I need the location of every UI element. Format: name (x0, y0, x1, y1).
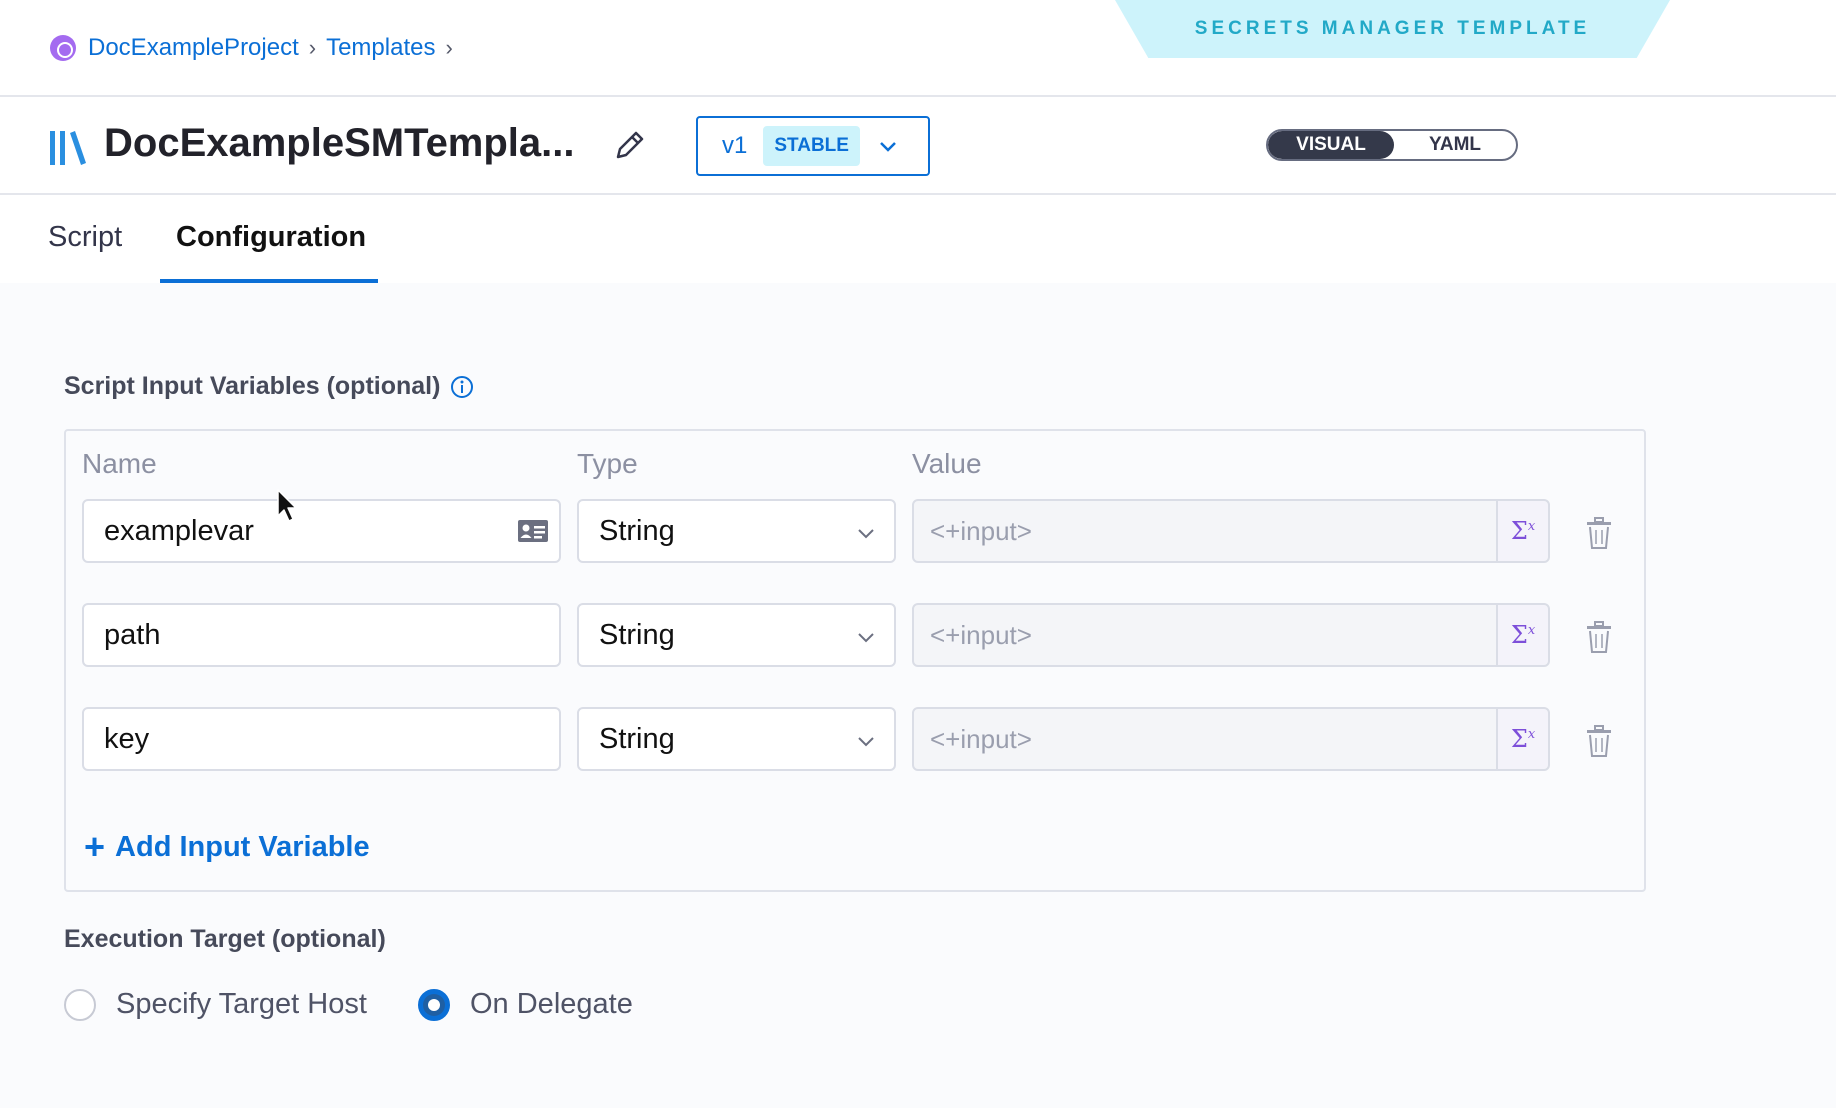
radio-label: Specify Target Host (116, 988, 367, 1020)
plus-icon: + (84, 826, 106, 867)
variable-name-input[interactable]: examplevar (82, 499, 561, 563)
column-header-value: Value (912, 448, 982, 479)
variable-type-value: String (599, 514, 675, 547)
execution-target-heading: Execution Target (optional) (64, 925, 386, 954)
pencil-icon[interactable] (612, 127, 648, 163)
variable-type-select[interactable]: String (577, 499, 896, 563)
chevron-down-icon (858, 529, 874, 539)
tab-bar: Script Configuration (0, 195, 1836, 283)
template-type-banner: SECRETS MANAGER TEMPLATE (1115, 0, 1670, 58)
info-icon[interactable] (450, 375, 474, 399)
column-header-name: Name (82, 448, 157, 479)
variable-name-input[interactable]: path (82, 603, 561, 667)
expression-icon[interactable]: Σx (1496, 709, 1548, 769)
trash-icon[interactable] (1584, 724, 1614, 758)
chevron-down-icon (880, 142, 896, 152)
chevron-down-icon (858, 633, 874, 643)
view-toggle: VISUAL YAML (1266, 129, 1518, 161)
yaml-toggle-button[interactable]: YAML (1394, 131, 1516, 159)
expression-symbol: Σ (1510, 621, 1528, 649)
top-bar: DocExampleProject › Templates › SECRETS … (0, 0, 1836, 97)
breadcrumb-templates-link[interactable]: Templates (326, 34, 435, 62)
variable-value-placeholder: <+input> (930, 619, 1032, 650)
version-label: v1 (722, 132, 748, 159)
breadcrumb-project-link[interactable]: DocExampleProject (88, 34, 299, 62)
mouse-cursor-icon (277, 489, 297, 522)
variable-value-input[interactable]: <+input> Σx (912, 499, 1550, 563)
template-library-icon (50, 131, 86, 165)
chevron-right-icon: › (308, 35, 317, 60)
page-title: DocExampleSMTempla... (104, 121, 575, 165)
tab-configuration[interactable]: Configuration (176, 221, 366, 254)
variable-value-input[interactable]: <+input> Σx (912, 707, 1550, 771)
expression-icon[interactable]: Σx (1496, 605, 1548, 665)
visual-toggle-button[interactable]: VISUAL (1268, 131, 1394, 159)
radio-button-checked[interactable] (418, 988, 450, 1021)
active-tab-indicator (160, 279, 378, 283)
expression-symbol: Σ (1510, 517, 1528, 545)
script-input-variables-heading: Script Input Variables (optional) (64, 372, 474, 401)
variable-value-input[interactable]: <+input> Σx (912, 603, 1550, 667)
variable-name-input[interactable]: key (82, 707, 561, 771)
variable-name-value: key (104, 722, 150, 755)
radio-button[interactable] (64, 988, 96, 1021)
project-icon (50, 35, 76, 61)
variable-type-select[interactable]: String (577, 603, 896, 667)
execution-target-label: Execution Target (optional) (64, 925, 386, 953)
chevron-right-icon: › (445, 35, 453, 60)
variable-type-select[interactable]: String (577, 707, 896, 771)
stable-badge: STABLE (763, 126, 860, 166)
chevron-down-icon (858, 737, 874, 747)
breadcrumb: DocExampleProject › Templates › (50, 34, 463, 62)
variable-value-placeholder: <+input> (930, 723, 1032, 754)
expression-symbol: Σ (1510, 725, 1528, 753)
radio-specify-target-host[interactable]: Specify Target Host (64, 988, 367, 1021)
variable-value-placeholder: <+input> (930, 515, 1032, 546)
trash-icon[interactable] (1584, 620, 1614, 654)
variable-name-value: path (104, 618, 161, 651)
radio-label: On Delegate (470, 988, 633, 1020)
add-input-variable-label: Add Input Variable (115, 830, 370, 863)
column-header-type: Type (577, 448, 638, 479)
variable-name-value: examplevar (104, 514, 254, 547)
radio-on-delegate[interactable]: On Delegate (418, 988, 633, 1021)
id-card-icon[interactable] (517, 517, 549, 545)
script-input-variables-label: Script Input Variables (optional) (64, 372, 441, 400)
title-bar: DocExampleSMTempla... v1 STABLE VISUAL Y… (0, 97, 1836, 195)
tab-script[interactable]: Script (48, 221, 122, 254)
variable-type-value: String (599, 618, 675, 651)
add-input-variable-button[interactable]: + Add Input Variable (84, 826, 370, 868)
version-select[interactable]: v1 STABLE (696, 116, 930, 176)
variable-type-value: String (599, 722, 675, 755)
expression-icon[interactable]: Σx (1496, 501, 1548, 561)
trash-icon[interactable] (1584, 516, 1614, 550)
